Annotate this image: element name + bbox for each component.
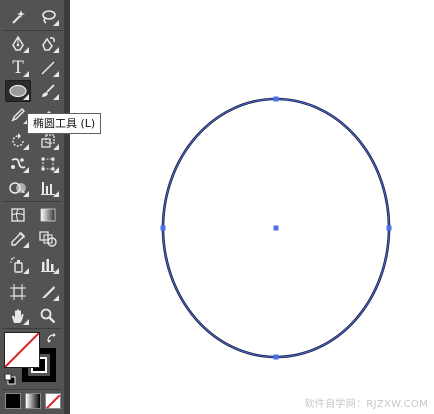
- watermark: 软件自学网：RJZXW.COM: [304, 399, 428, 410]
- anchor-point-bottom[interactable]: [273, 354, 279, 360]
- tool-tooltip: 椭圆工具 (L): [27, 113, 102, 134]
- center-point: [273, 225, 279, 231]
- anchor-point-left[interactable]: [160, 225, 166, 231]
- anchor-point-right[interactable]: [386, 225, 392, 231]
- anchor-point-top[interactable]: [273, 96, 279, 102]
- artboard-canvas[interactable]: [0, 0, 434, 414]
